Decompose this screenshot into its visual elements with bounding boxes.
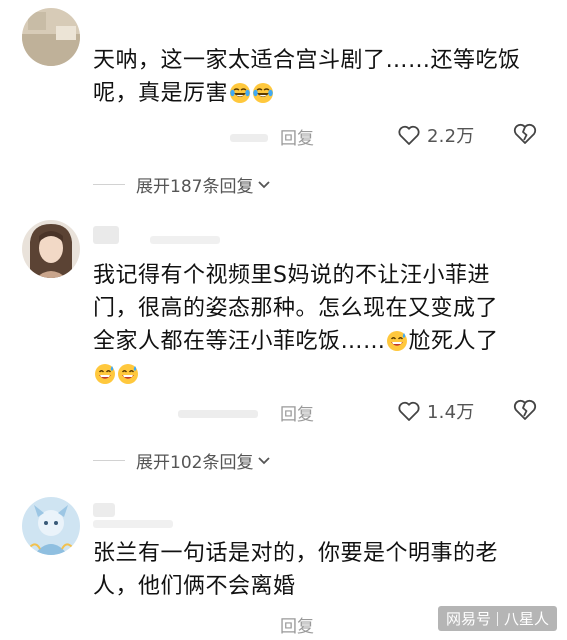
- expand-replies-button[interactable]: 展开187条回复: [136, 172, 271, 197]
- reply-button[interactable]: 回复: [280, 400, 314, 425]
- laughing-crying-emoji-icon: [229, 82, 251, 104]
- chevron-down-icon: [258, 456, 271, 464]
- divider-line: [93, 460, 125, 461]
- expand-replies-label: 展开187条回复: [136, 177, 254, 197]
- laughing-crying-emoji-icon: [252, 82, 274, 104]
- commenter-avatar[interactable]: [22, 220, 80, 278]
- username-placeholder: [93, 503, 115, 517]
- comment-text: 天呐，这一家太适合宫斗剧了……还等吃饭 呢，真是厉害: [93, 44, 543, 110]
- chevron-down-icon: [258, 180, 271, 188]
- grinning-sweat-emoji-icon: [386, 330, 408, 352]
- dislike-button[interactable]: [512, 122, 538, 146]
- timestamp-placeholder: [230, 134, 268, 142]
- like-count: 1.4万: [427, 402, 475, 423]
- like-button[interactable]: 1.4万: [397, 398, 474, 424]
- broken-heart-icon: [513, 123, 537, 144]
- heart-icon: [398, 401, 420, 421]
- comment-line: 尬死人了: [408, 329, 499, 354]
- username-placeholder: [93, 520, 173, 528]
- comment-text: 张兰有一句话是对的，你要是个明事的老 人，他们俩不会离婚: [93, 537, 543, 603]
- comment-line: 门，很高的姿态那种。怎么现在又变成了: [93, 296, 499, 321]
- comment-text: 我记得有个视频里S妈说的不让汪小菲进 门，很高的姿态那种。怎么现在又变成了 全家…: [93, 259, 543, 391]
- like-count: 2.2万: [427, 126, 475, 147]
- comment-line: 全家人都在等汪小菲吃饭……: [93, 329, 386, 354]
- divider-line: [93, 184, 125, 185]
- comment-line: 人，他们俩不会离婚: [93, 574, 296, 599]
- comment-actions: 回复 1.4万: [0, 398, 567, 430]
- expand-replies-row: 展开102条回复: [0, 447, 567, 475]
- heart-icon: [398, 125, 420, 145]
- comment-line: 张兰有一句话是对的，你要是个明事的老: [93, 541, 499, 566]
- expand-replies-row: 展开187条回复: [0, 171, 567, 199]
- commenter-avatar[interactable]: [22, 497, 80, 555]
- timestamp-placeholder: [178, 410, 258, 418]
- grinning-sweat-emoji-icon: [94, 363, 116, 385]
- like-button[interactable]: 2.2万: [397, 122, 474, 148]
- watermark-separator: [496, 611, 498, 626]
- watermark: 网易号 八星人: [437, 606, 557, 631]
- avatar-image: [22, 497, 80, 555]
- username-placeholder: [93, 226, 119, 244]
- dislike-button[interactable]: [512, 398, 538, 422]
- username-placeholder: [150, 236, 220, 244]
- broken-heart-icon: [513, 399, 537, 420]
- grinning-sweat-emoji-icon: [117, 363, 139, 385]
- expand-replies-button[interactable]: 展开102条回复: [136, 448, 271, 473]
- watermark-account: 八星人: [503, 610, 549, 628]
- avatar-image: [22, 220, 80, 278]
- expand-replies-label: 展开102条回复: [136, 453, 254, 473]
- comment-actions: 回复 2.2万: [0, 122, 567, 154]
- comment-line: 我记得有个视频里S妈说的不让汪小菲进: [93, 263, 490, 288]
- avatar-image: [22, 8, 80, 66]
- reply-button[interactable]: 回复: [280, 612, 314, 637]
- reply-button[interactable]: 回复: [280, 124, 314, 149]
- comment-feed: 天呐，这一家太适合宫斗剧了……还等吃饭 呢，真是厉害 回复 2.2万 展开187…: [0, 0, 567, 640]
- watermark-brand: 网易号: [445, 610, 491, 628]
- commenter-avatar[interactable]: [22, 8, 80, 66]
- comment-line: 天呐，这一家太适合宫斗剧了……还等吃饭: [93, 48, 521, 73]
- comment-line: 呢，真是厉害: [93, 81, 229, 106]
